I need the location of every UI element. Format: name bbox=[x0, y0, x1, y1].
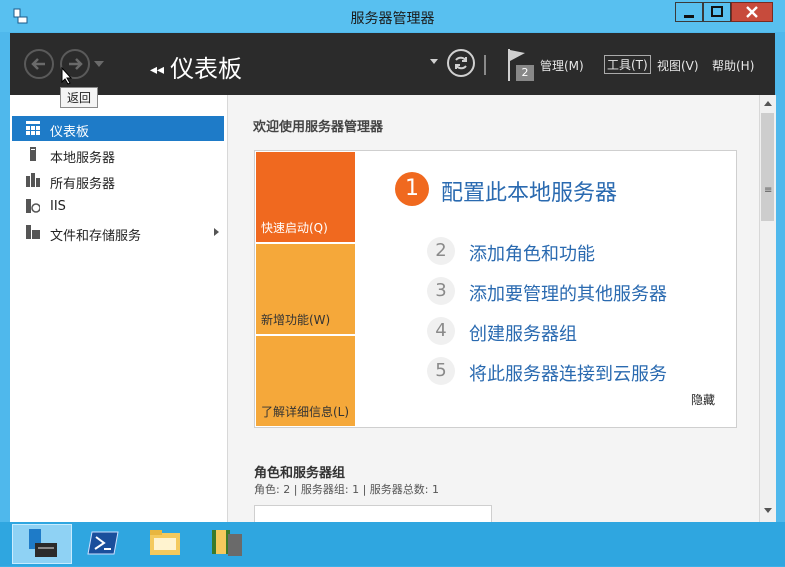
dashboard-icon bbox=[26, 121, 40, 135]
close-icon bbox=[746, 6, 758, 18]
grip-icon: ≡ bbox=[764, 185, 773, 196]
vertical-scrollbar[interactable]: ≡ bbox=[759, 95, 776, 522]
main-content: 欢迎使用服务器管理器 快速启动(Q) 新增功能(W) 了解详细信息(L) 1 配… bbox=[228, 95, 759, 522]
welcome-heading: 欢迎使用服务器管理器 bbox=[253, 120, 384, 135]
tile-label: 快速启动(Q) bbox=[261, 221, 328, 235]
step-1-number: 1 bbox=[395, 172, 429, 206]
close-button[interactable] bbox=[731, 2, 773, 22]
menu-tools[interactable]: 工具(T) bbox=[604, 55, 651, 74]
minimize-button[interactable] bbox=[675, 2, 703, 22]
toolbar: ◂◂ 仪表板 2 管理(M) 工具(T) 视图(V) 帮助(H) bbox=[10, 33, 775, 95]
taskbar-iis-manager[interactable] bbox=[198, 524, 258, 564]
tile-label: 新增功能(W) bbox=[261, 313, 331, 327]
step-1-link[interactable]: 配置此本地服务器 bbox=[441, 175, 617, 207]
powershell-icon bbox=[87, 531, 119, 555]
server-manager-icon bbox=[29, 529, 57, 557]
storage-icon bbox=[26, 225, 40, 239]
welcome-panel: 快速启动(Q) 新增功能(W) 了解详细信息(L) 1 配置此本地服务器 2 添… bbox=[254, 150, 737, 428]
sidebar-item-label: 所有服务器 bbox=[50, 177, 116, 192]
local-server-icon bbox=[30, 147, 36, 161]
roles-heading: 角色和服务器组 bbox=[254, 466, 346, 481]
sidebar: 仪表板 本地服务器 所有服务器 IIS 文件和存储服务 bbox=[10, 95, 228, 522]
sidebar-item-local-server[interactable]: 本地服务器 bbox=[12, 142, 224, 167]
iis-icon bbox=[26, 199, 40, 213]
step-5-number: 5 bbox=[427, 357, 455, 385]
taskbar-powershell[interactable] bbox=[74, 524, 134, 564]
sidebar-item-dashboard[interactable]: 仪表板 bbox=[12, 116, 224, 141]
tile-quick-start[interactable]: 快速启动(Q) bbox=[256, 152, 355, 242]
sidebar-item-label: 文件和存储服务 bbox=[50, 229, 142, 244]
tile-learn-more[interactable]: 了解详细信息(L) bbox=[256, 336, 355, 426]
sidebar-item-all-servers[interactable]: 所有服务器 bbox=[12, 168, 224, 193]
step-3-number: 3 bbox=[427, 277, 455, 305]
arrow-left-icon bbox=[31, 58, 45, 70]
sidebar-item-label: IIS bbox=[50, 199, 66, 214]
breadcrumb: ◂◂ 仪表板 bbox=[150, 49, 242, 84]
taskbar-server-manager[interactable] bbox=[12, 524, 72, 564]
sidebar-item-file-storage[interactable]: 文件和存储服务 bbox=[12, 220, 224, 245]
menu-manage[interactable]: 管理(M) bbox=[540, 57, 584, 74]
iis-manager-icon bbox=[212, 530, 242, 556]
maximize-icon bbox=[711, 6, 723, 17]
step-3-link[interactable]: 添加要管理的其他服务器 bbox=[469, 280, 667, 306]
refresh-icon bbox=[455, 56, 467, 70]
step-2-number: 2 bbox=[427, 237, 455, 265]
sidebar-item-iis[interactable]: IIS bbox=[12, 194, 224, 219]
step-5-link[interactable]: 将此服务器连接到云服务 bbox=[469, 360, 667, 386]
notification-badge: 2 bbox=[516, 65, 534, 81]
breadcrumb-current: 仪表板 bbox=[170, 55, 243, 83]
menu-view[interactable]: 视图(V) bbox=[657, 57, 699, 74]
taskbar-file-explorer[interactable] bbox=[136, 524, 196, 564]
menu-help[interactable]: 帮助(H) bbox=[712, 57, 754, 74]
taskbar bbox=[0, 522, 785, 566]
minimize-icon bbox=[684, 15, 694, 18]
tile-label: 了解详细信息(L) bbox=[261, 405, 350, 419]
title-bar[interactable]: 服务器管理器 bbox=[0, 0, 785, 32]
mouse-cursor-icon bbox=[61, 67, 73, 85]
server-manager-window: 服务器管理器 ◂◂ 仪表板 2 管理(M) 工具(T) 视图(V) 帮助(H) … bbox=[0, 0, 785, 522]
maximize-button[interactable] bbox=[703, 2, 731, 22]
hide-link[interactable]: 隐藏 bbox=[691, 391, 715, 408]
scroll-down-icon[interactable] bbox=[764, 508, 772, 513]
scroll-up-icon[interactable] bbox=[764, 101, 772, 106]
breadcrumb-chevron-icon[interactable]: ◂◂ bbox=[150, 62, 164, 78]
back-tooltip: 返回 bbox=[60, 87, 99, 108]
step-2-link[interactable]: 添加角色和功能 bbox=[469, 240, 595, 266]
toolbar-separator bbox=[484, 55, 486, 75]
breadcrumb-dropdown-icon[interactable] bbox=[430, 59, 438, 64]
step-4-number: 4 bbox=[427, 317, 455, 345]
role-tile[interactable] bbox=[254, 505, 492, 522]
sidebar-item-label: 本地服务器 bbox=[50, 151, 116, 166]
step-4-link[interactable]: 创建服务器组 bbox=[469, 320, 577, 346]
sidebar-item-label: 仪表板 bbox=[50, 125, 90, 140]
file-explorer-icon bbox=[150, 530, 180, 555]
window-title: 服务器管理器 bbox=[350, 11, 435, 27]
roles-summary: 角色: 2 | 服务器组: 1 | 服务器总数: 1 bbox=[254, 483, 440, 496]
tile-whats-new[interactable]: 新增功能(W) bbox=[256, 244, 355, 334]
scroll-thumb[interactable]: ≡ bbox=[761, 113, 774, 221]
expand-arrow-icon[interactable] bbox=[214, 228, 219, 236]
history-dropdown-icon[interactable] bbox=[94, 61, 104, 67]
refresh-button[interactable] bbox=[447, 49, 475, 77]
back-button[interactable] bbox=[24, 49, 54, 79]
all-servers-icon bbox=[26, 173, 40, 187]
